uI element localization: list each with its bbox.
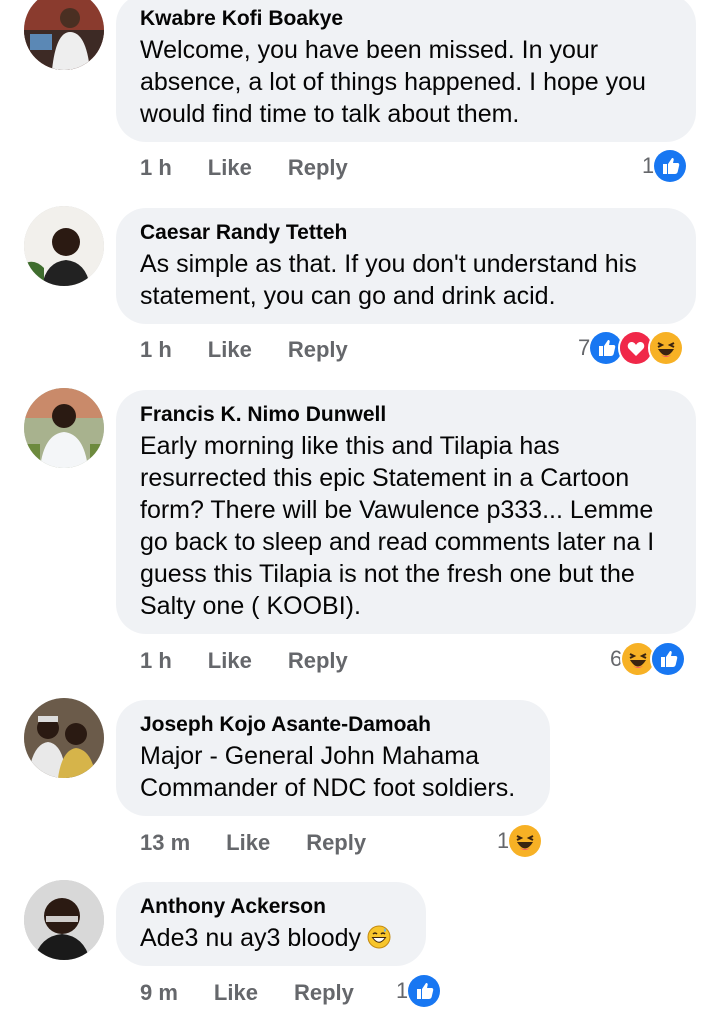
comment-author[interactable]: Francis K. Nimo Dunwell (140, 402, 672, 428)
comment-time[interactable]: 1 h (140, 646, 172, 676)
haha-reaction-icon (648, 330, 685, 366)
reply-button[interactable]: Reply (288, 153, 348, 183)
comment-text: Major - General John Mahama Commander of… (140, 742, 516, 802)
comment-text-line: Ade3 nu ay3 bloody (140, 922, 402, 954)
comment-text: Early morning like this and Tilapia has … (140, 432, 655, 620)
avatar[interactable] (24, 698, 104, 778)
reaction-summary[interactable]: 1 (642, 148, 689, 184)
haha-reaction-icon (507, 823, 544, 859)
comment-author[interactable]: Caesar Randy Tetteh (140, 220, 672, 246)
comment-author[interactable]: Joseph Kojo Asante-Damoah (140, 712, 526, 738)
reaction-summary[interactable]: 7 (578, 330, 685, 366)
comment-bubble: Kwabre Kofi Boakye Welcome, you have bee… (116, 0, 696, 142)
reaction-summary[interactable]: 1 (497, 823, 544, 859)
comment-time[interactable]: 1 h (140, 335, 172, 365)
comment-bubble: Francis K. Nimo Dunwell Early morning li… (116, 390, 696, 634)
like-reaction-icon (650, 641, 687, 677)
avatar[interactable] (24, 880, 104, 960)
comment-text: As simple as that. If you don't understa… (140, 250, 637, 310)
avatar[interactable] (24, 388, 104, 468)
comment-bubble: Anthony Ackerson Ade3 nu ay3 bloody (116, 882, 426, 966)
like-button[interactable]: Like (208, 646, 252, 676)
avatar[interactable] (24, 206, 104, 286)
like-button[interactable]: Like (214, 978, 258, 1008)
comment-text: Welcome, you have been missed. In your a… (140, 36, 646, 128)
like-reaction-icon (406, 973, 443, 1009)
comment-time[interactable]: 9 m (140, 978, 178, 1008)
reaction-summary[interactable]: 1 (396, 973, 443, 1009)
comment-bubble: Joseph Kojo Asante-Damoah Major - Genera… (116, 700, 550, 816)
like-button[interactable]: Like (226, 828, 270, 858)
grinning-sweat-emoji-icon (367, 925, 391, 949)
reaction-summary[interactable]: 6 (610, 641, 687, 677)
reply-button[interactable]: Reply (306, 828, 366, 858)
reply-button[interactable]: Reply (294, 978, 354, 1008)
like-reaction-icon (652, 148, 689, 184)
avatar[interactable] (24, 0, 104, 70)
comment-bubble: Caesar Randy Tetteh As simple as that. I… (116, 208, 696, 324)
comment-time[interactable]: 1 h (140, 153, 172, 183)
reply-button[interactable]: Reply (288, 335, 348, 365)
comment-text: Ade3 nu ay3 bloody (140, 924, 362, 952)
like-button[interactable]: Like (208, 153, 252, 183)
comment-time[interactable]: 13 m (140, 828, 190, 858)
comment-author[interactable]: Kwabre Kofi Boakye (140, 6, 672, 32)
comment-author[interactable]: Anthony Ackerson (140, 894, 402, 920)
like-button[interactable]: Like (208, 335, 252, 365)
reply-button[interactable]: Reply (288, 646, 348, 676)
